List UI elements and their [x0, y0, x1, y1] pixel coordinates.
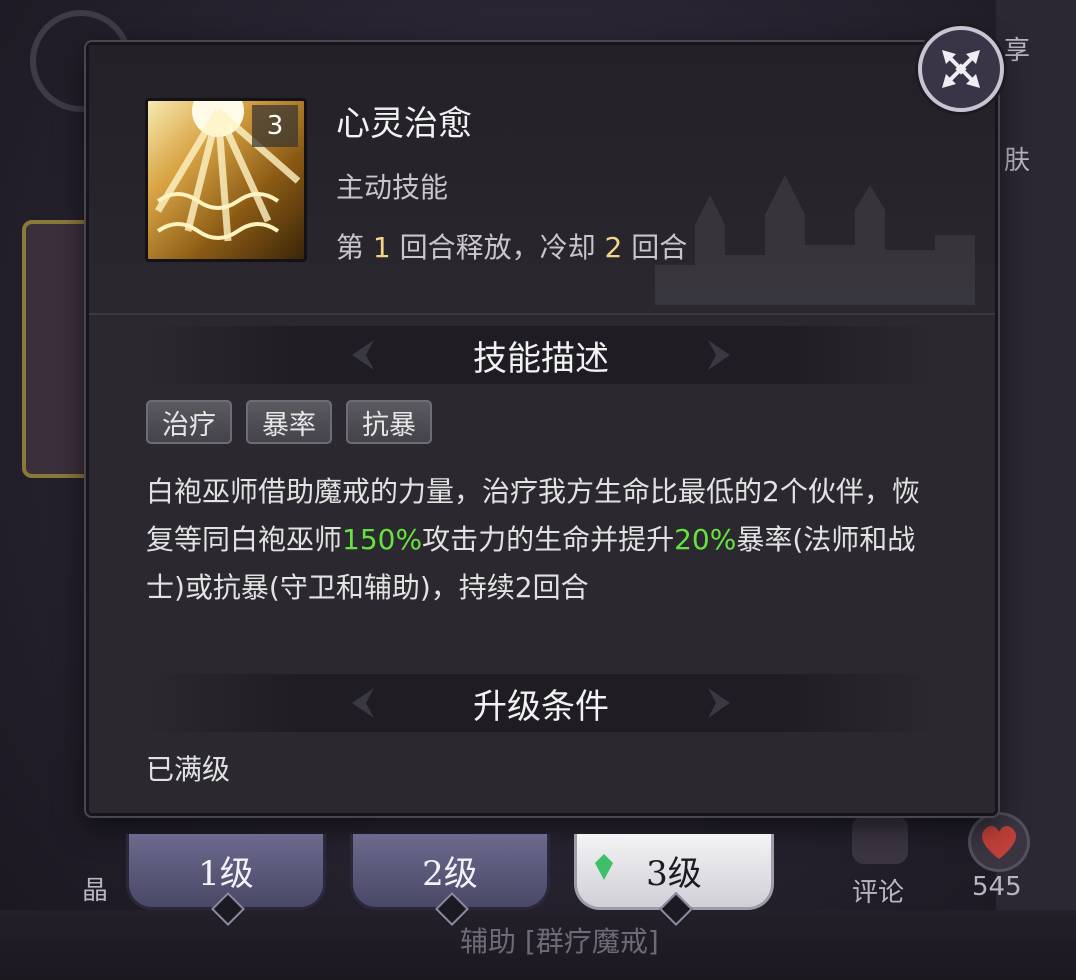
tag-heal: 治疗 [146, 400, 232, 444]
skill-cooldown-info: 第 1 回合释放，冷却 2 回合 [336, 226, 687, 266]
level-tab-1[interactable]: 1级 [126, 834, 326, 926]
cd-middle: 回合释放，冷却 [390, 231, 605, 264]
cd-prefix: 第 [336, 231, 373, 264]
level-tab-label: 2级 [422, 854, 478, 894]
upgrade-status: 已满级 [146, 753, 231, 786]
skill-name: 心灵治愈 [336, 104, 472, 144]
close-icon [942, 50, 980, 88]
upgrade-section-title: 升级条件 [473, 686, 609, 727]
skill-icon: 3 [145, 98, 307, 262]
desc-highlight-attack: 150% [342, 523, 423, 556]
ornament-left-icon [352, 340, 374, 370]
comment-icon[interactable] [852, 816, 908, 864]
share-label[interactable]: 享 [1004, 30, 1030, 67]
tag-crit-resist: 抗暴 [346, 400, 432, 444]
like-count: 545 [972, 872, 1022, 902]
castle-silhouette-icon [655, 175, 975, 305]
release-round-number: 1 [372, 231, 391, 264]
skill-description: 白袍巫师借助魔戒的力量，治疗我方生命比最低的2个伙伴，恢复等同白袍巫师150%攻… [146, 468, 936, 612]
skill-type: 主动技能 [336, 171, 449, 204]
ornament-right-icon [708, 340, 730, 370]
skill-level-badge: 3 [252, 105, 298, 147]
cd-suffix: 回合 [622, 231, 688, 264]
upgrade-section-header: 升级条件 [146, 674, 936, 732]
cooldown-number: 2 [604, 231, 623, 264]
skin-label[interactable]: 肤 [1004, 140, 1030, 177]
desc-highlight-crit: 20% [674, 523, 737, 556]
level-tab-label: 1级 [198, 854, 254, 894]
desc-text-2: 攻击力的生命并提升 [422, 523, 675, 556]
bottom-strip: 辅助 [群疗魔戒] [0, 910, 1076, 980]
ornament-left-icon [352, 688, 374, 718]
like-heart-icon[interactable] [968, 812, 1030, 872]
comment-label[interactable]: 评论 [852, 872, 904, 909]
description-section-title: 技能描述 [473, 338, 609, 379]
skill-tags: 治疗 暴率 抗暴 [146, 400, 432, 444]
close-button[interactable] [918, 26, 1004, 112]
level-tab-label: 3级 [646, 854, 702, 894]
level-tab-3[interactable]: 3级 [574, 834, 774, 926]
description-section-header: 技能描述 [146, 326, 936, 384]
bottom-strip-text: 辅助 [群疗魔戒] [460, 925, 659, 958]
ornament-right-icon [708, 688, 730, 718]
gem-icon [595, 854, 613, 880]
crystal-label: 晶 [82, 876, 109, 906]
level-tab-2[interactable]: 2级 [350, 834, 550, 926]
tag-crit-rate: 暴率 [246, 400, 332, 444]
